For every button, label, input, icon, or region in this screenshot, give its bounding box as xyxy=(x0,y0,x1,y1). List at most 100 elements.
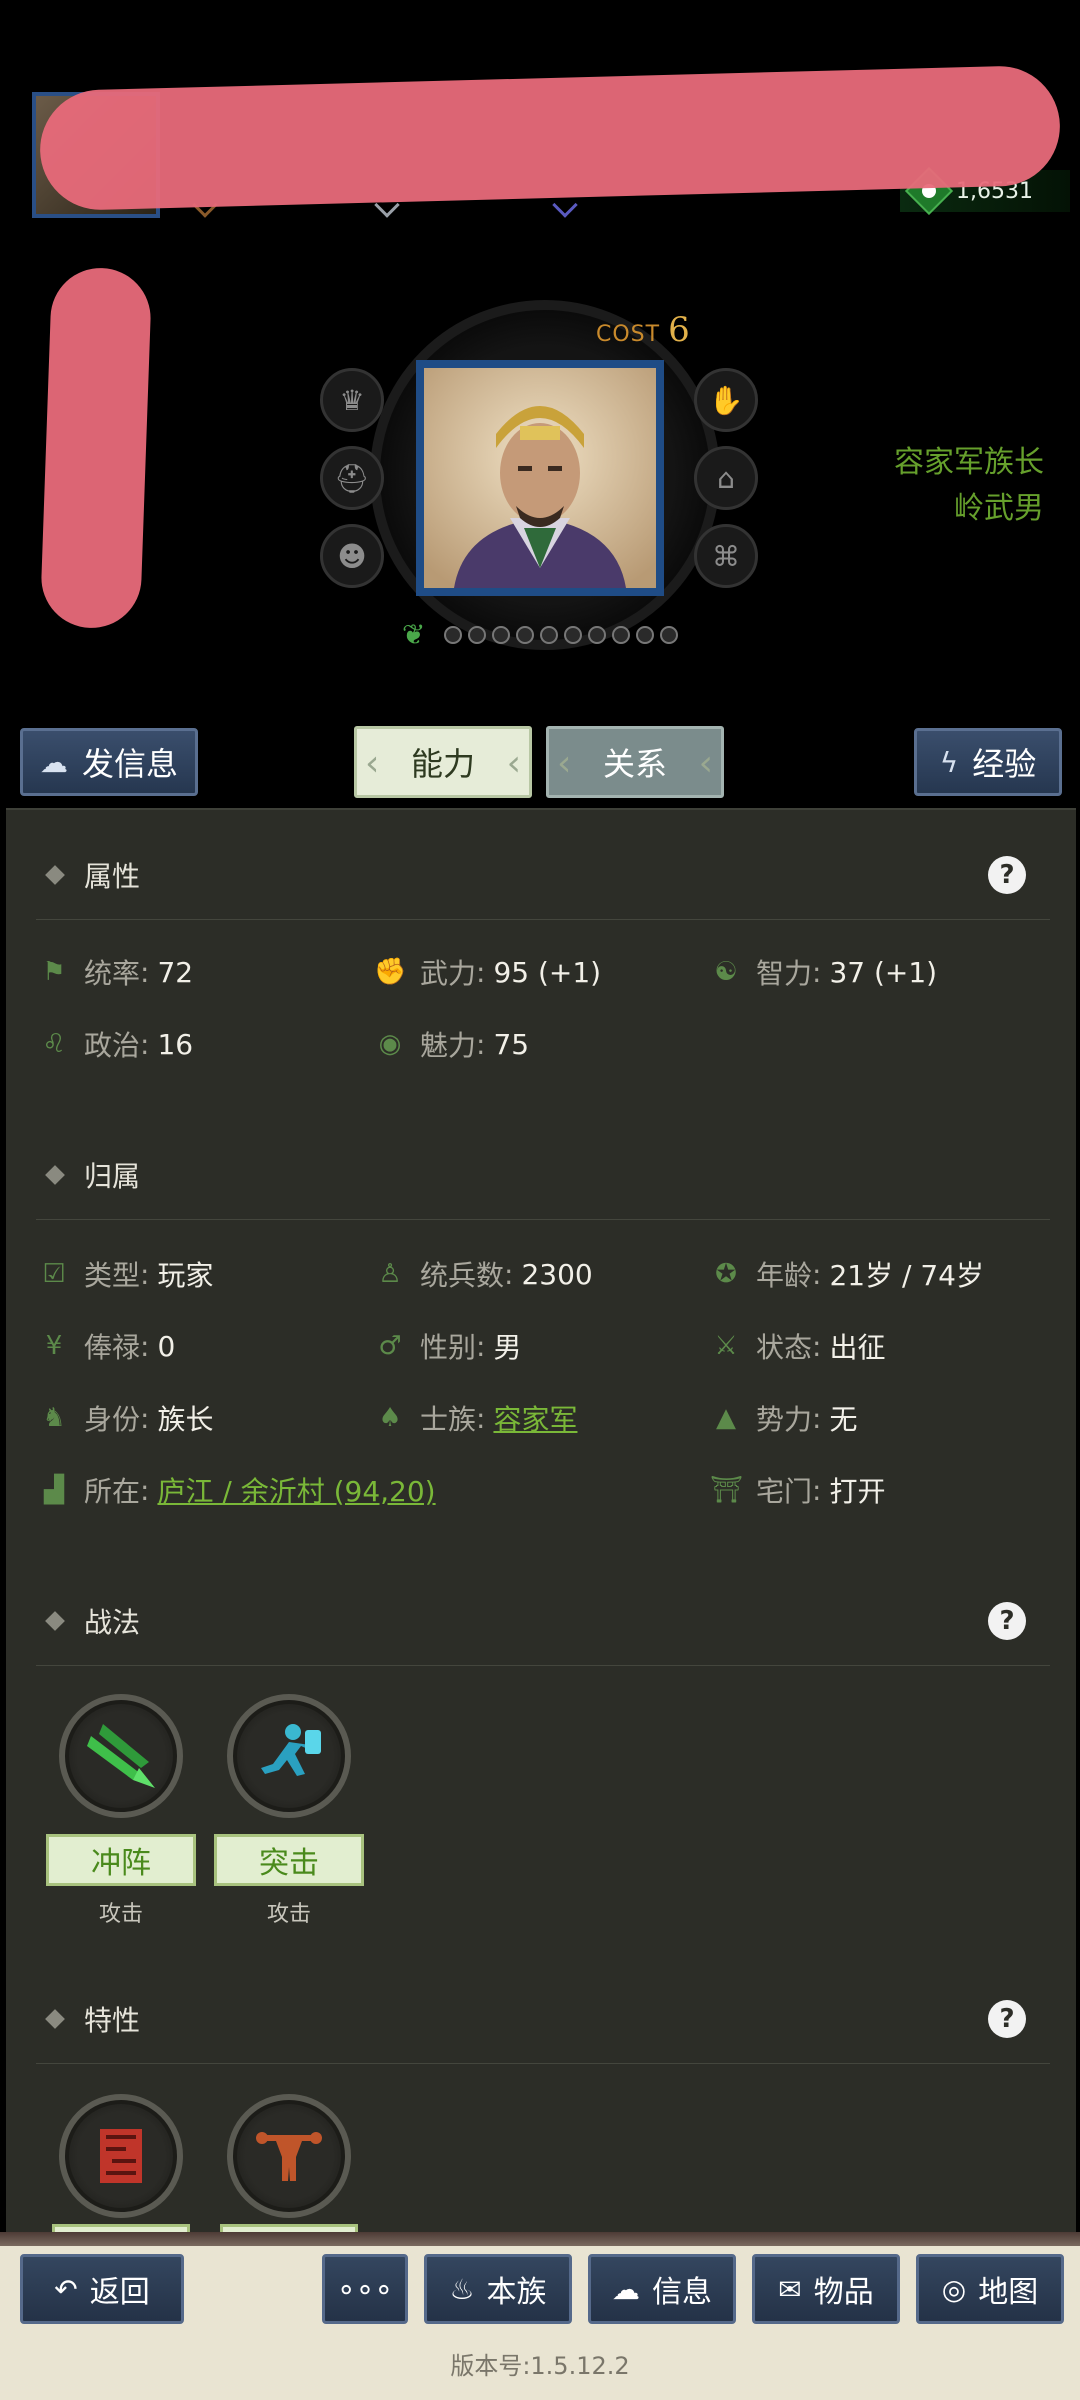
tactic-name: 冲阵 xyxy=(46,1834,196,1886)
identity-icon: ♞ xyxy=(42,1403,66,1433)
star-slot xyxy=(492,626,510,644)
tactic-type: 攻击 xyxy=(266,1902,311,1927)
location-link[interactable]: 庐江 / 余沂村 (94,20) xyxy=(157,1470,435,1510)
star-slot xyxy=(516,626,534,644)
cost-indicator: COST 6 xyxy=(596,310,690,350)
attr-intelligence: ☯ 智力: 37 (+1) xyxy=(710,950,937,994)
attr-value: 37 (+1) xyxy=(829,955,938,989)
back-button[interactable]: ↶ 返回 xyxy=(20,2254,184,2324)
aff-status: ⚔ 状态: 出征 xyxy=(710,1324,885,1368)
back-label: 返回 xyxy=(89,2275,150,2310)
affiliation-section-header: 归属 xyxy=(36,1130,1050,1220)
aff-salary: ¥ 俸禄: 0 xyxy=(38,1324,176,1368)
brain-icon: ☯ xyxy=(714,957,738,987)
more-icon: ∘∘∘ xyxy=(336,2271,394,2307)
tactic-assault[interactable]: 突击 攻击 xyxy=(214,1694,364,1928)
aff-key: 年龄 xyxy=(756,1259,813,1292)
lightning-icon: ϟ xyxy=(939,745,959,779)
chat-bubble-icon: ☁ xyxy=(612,2272,640,2306)
gender-icon: ♂ xyxy=(378,1331,402,1361)
age-icon: ✪ xyxy=(715,1259,737,1289)
attr-value: 16 xyxy=(157,1027,194,1061)
items-label: 物品 xyxy=(813,2275,874,2310)
help-icon[interactable]: ? xyxy=(988,1602,1026,1640)
aff-value: 族长 xyxy=(157,1403,214,1436)
gate-icon: ⛩ xyxy=(710,1475,744,1505)
redacted-overlay xyxy=(39,266,153,630)
more-button[interactable]: ∘∘∘ xyxy=(322,2254,408,2324)
heart-icon: ❦ xyxy=(402,618,426,651)
helmet-icon[interactable]: ⛑ xyxy=(320,446,384,510)
aff-key: 士族 xyxy=(420,1403,477,1436)
aff-key: 类型 xyxy=(84,1259,141,1292)
map-button[interactable]: ◎ 地图 xyxy=(916,2254,1064,2324)
aff-value: 玩家 xyxy=(157,1259,214,1292)
graduation-cap-icon[interactable]: ⌘ xyxy=(694,524,758,588)
traits-title: 特性 xyxy=(84,2003,141,2037)
trait-1[interactable] xyxy=(46,2094,196,2218)
aff-value: 无 xyxy=(829,1403,858,1436)
mask-icon[interactable]: ☻ xyxy=(320,524,384,588)
experience-button[interactable]: ϟ 经验 xyxy=(914,728,1062,796)
title-clan-leader: 容家军族长 xyxy=(894,445,1044,480)
attributes-title: 属性 xyxy=(84,859,141,893)
aff-key: 性别 xyxy=(420,1331,477,1364)
aff-key: 俸禄 xyxy=(84,1331,141,1364)
tactics-title: 战法 xyxy=(84,1605,141,1639)
tab-ability[interactable]: 能力 xyxy=(354,726,532,798)
aff-value: 2300 xyxy=(521,1257,593,1291)
diamond-bullet-icon xyxy=(45,1164,65,1185)
help-icon[interactable]: ? xyxy=(988,856,1026,894)
crown-icon[interactable]: ♛ xyxy=(320,368,384,432)
send-message-label: 发信息 xyxy=(81,745,178,783)
info-button[interactable]: ☁ 信息 xyxy=(588,2254,736,2324)
attr-key: 武力 xyxy=(420,957,477,990)
location-icon: ▟ xyxy=(44,1475,64,1505)
map-label: 地图 xyxy=(978,2275,1039,2310)
star-slot xyxy=(588,626,606,644)
trait-rune-icon xyxy=(59,2094,183,2218)
tactic-type: 攻击 xyxy=(98,1902,143,1927)
aff-key: 统兵数 xyxy=(420,1259,505,1292)
star-slot xyxy=(636,626,654,644)
aff-value: 出征 xyxy=(829,1331,886,1364)
aff-value: 0 xyxy=(157,1329,176,1363)
back-arrow-icon: ↶ xyxy=(54,2272,78,2306)
diamond-bullet-icon xyxy=(45,1610,65,1631)
star-slot xyxy=(612,626,630,644)
help-icon[interactable]: ? xyxy=(988,2000,1026,2038)
character-portrait[interactable] xyxy=(416,360,664,596)
aff-age: ✪ 年龄: 21岁 / 74岁 xyxy=(710,1252,984,1296)
flag-icon: ⚑ xyxy=(42,957,66,987)
clan-button[interactable]: ♨ 本族 xyxy=(424,2254,572,2324)
assault-skill-icon xyxy=(227,1694,351,1818)
items-button[interactable]: ✉ 物品 xyxy=(752,2254,900,2324)
title-rank: 岭武男 xyxy=(954,491,1044,526)
trait-name-tab xyxy=(52,2224,190,2232)
info-label: 信息 xyxy=(652,2275,712,2310)
send-message-button[interactable]: ☁ 发信息 xyxy=(20,728,198,796)
bag-icon: ♌ xyxy=(42,1029,66,1059)
clan-link[interactable]: 容家军 xyxy=(493,1398,577,1438)
calendar-check-icon: ☑ xyxy=(42,1259,66,1289)
star-slot xyxy=(468,626,486,644)
attr-value: 75 xyxy=(493,1027,530,1061)
clan-icon: ♠ xyxy=(378,1403,402,1433)
cost-label: COST xyxy=(596,322,661,347)
aff-location: ▟ 所在: 庐江 / 余沂村 (94,20) xyxy=(38,1468,436,1512)
attr-key: 政治 xyxy=(84,1029,141,1062)
attr-key: 统率 xyxy=(84,957,141,990)
attr-force: ✊ 武力: 95 (+1) xyxy=(374,950,601,994)
tactic-charge[interactable]: 冲阵 攻击 xyxy=(46,1694,196,1928)
aff-type: ☑ 类型: 玩家 xyxy=(38,1252,213,1296)
yen-icon: ¥ xyxy=(45,1331,63,1361)
hat-icon[interactable]: ⌂ xyxy=(694,446,758,510)
globe-icon: ◎ xyxy=(941,2272,967,2306)
tab-relation[interactable]: 关系 xyxy=(546,726,724,798)
trait-2[interactable] xyxy=(214,2094,364,2218)
hand-icon[interactable]: ✋ xyxy=(694,368,758,432)
charge-skill-icon xyxy=(59,1694,183,1818)
arm-icon: ✊ xyxy=(374,957,407,987)
status-icon: ⚔ xyxy=(714,1331,738,1361)
star-rating: ❦ xyxy=(402,620,678,650)
